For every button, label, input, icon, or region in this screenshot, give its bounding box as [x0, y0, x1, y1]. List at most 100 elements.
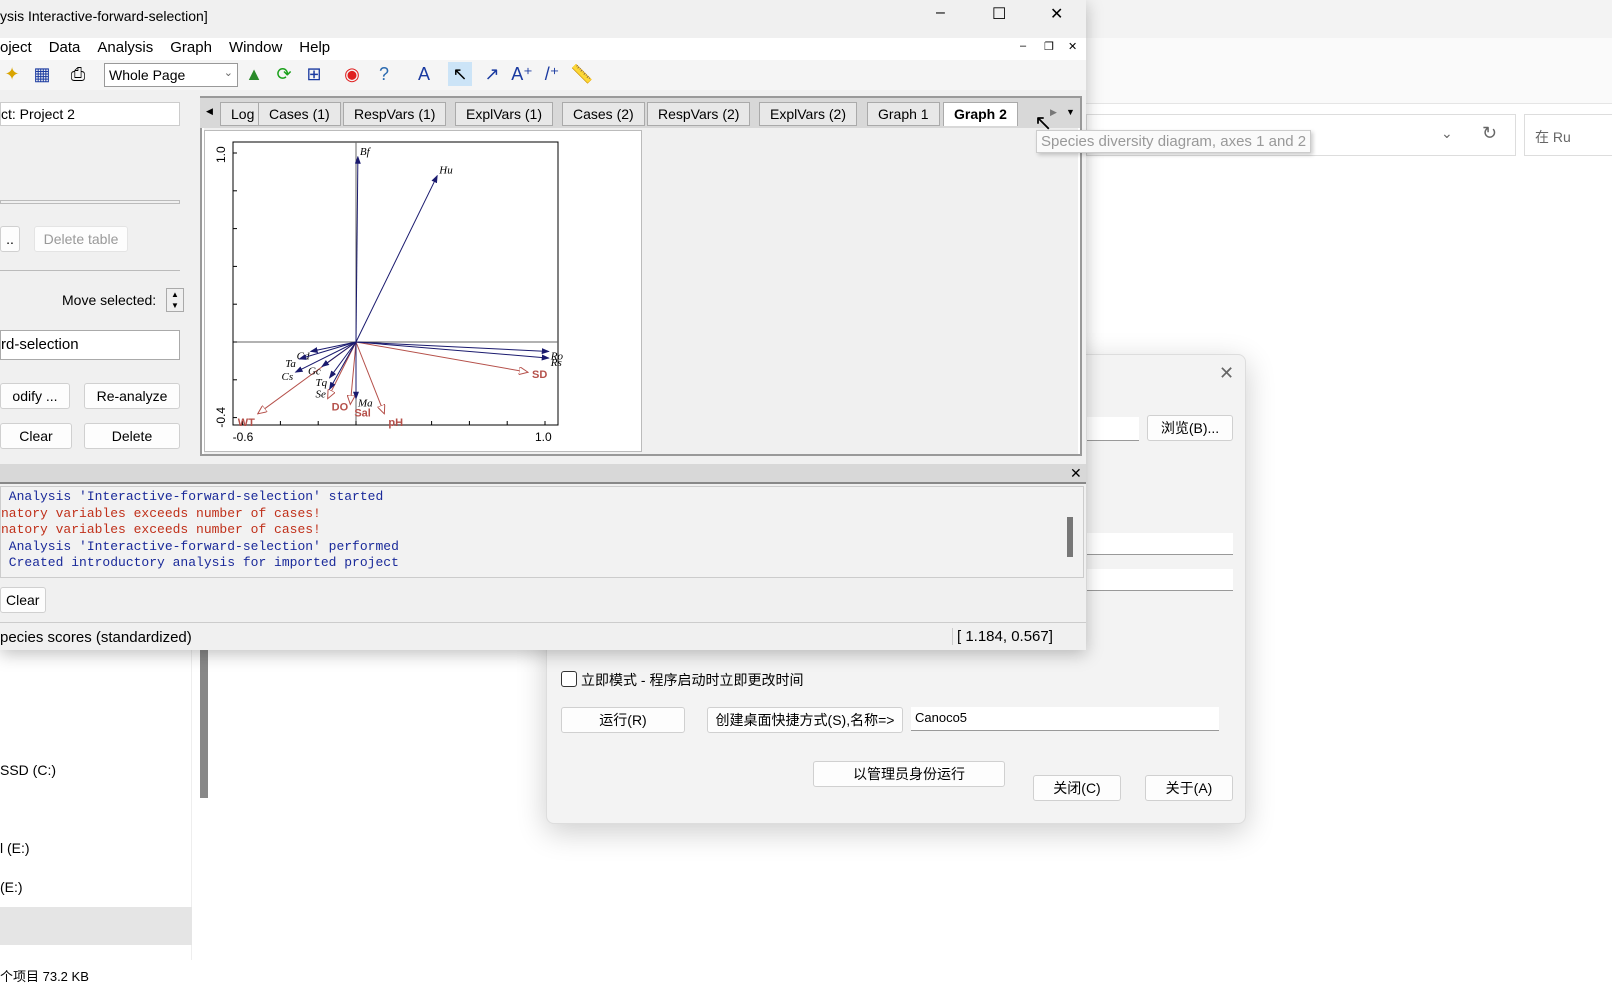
log-scrollbar[interactable]	[1067, 517, 1073, 557]
menu-project[interactable]: oject	[0, 39, 32, 56]
pointer-icon[interactable]: ↖	[448, 62, 472, 86]
log-line: Created introductory analysis for import…	[1, 555, 399, 570]
close-log-icon[interactable]: ✕	[1070, 465, 1082, 482]
search-box[interactable]: 在 Ru	[1524, 114, 1612, 156]
biplot-chart[interactable]: -0.6 1.0-0.41.0SDWTDO SalpHBfHuRoRsCdTaGcC…	[205, 131, 643, 453]
refresh-icon[interactable]: ↻	[1482, 123, 1497, 144]
mdi-close-icon[interactable]: ✕	[1068, 40, 1077, 53]
drive-item[interactable]: l (E:)	[0, 840, 30, 856]
add-line-icon[interactable]: /⁺	[540, 62, 564, 86]
tab-explvars-1[interactable]: ExplVars (1)	[455, 102, 553, 126]
shortcut-name-input[interactable]: Canoco5	[911, 707, 1219, 731]
y-tick-label: 1.0	[214, 146, 228, 163]
delete-button[interactable]: Delete	[84, 423, 180, 449]
drive-item[interactable]: SSD (C:)	[0, 762, 56, 778]
tab-graph-1[interactable]: Graph 1	[867, 102, 940, 126]
species-label: Se	[316, 388, 327, 400]
menu-graph[interactable]: Graph	[170, 39, 212, 56]
explorer-footer: 个项目 73.2 KB	[0, 969, 89, 984]
graph-wizard-icon[interactable]: ▦	[30, 62, 54, 86]
about-button[interactable]: 关于(A)	[1145, 775, 1233, 801]
tab-scroll-left-icon[interactable]: ◀	[206, 106, 213, 117]
selected-item[interactable]	[0, 907, 192, 945]
run-button[interactable]: 运行(R)	[561, 707, 685, 733]
x-tick-label: -0.6	[233, 430, 254, 444]
tab-cases-1[interactable]: Cases (1)	[258, 102, 341, 126]
menu-analysis[interactable]: Analysis	[97, 39, 153, 56]
text-input[interactable]	[1087, 533, 1233, 555]
browse-button[interactable]: ..	[0, 226, 20, 252]
x-tick-label: 1.0	[535, 430, 552, 444]
toolbar: ✦ ▦ ⎙ Whole Page ⌄ ▲ ⟳ ⊞ ◉ ? A ↖ ↗ A⁺ /⁺ …	[0, 60, 1086, 90]
scrollbar[interactable]	[200, 650, 208, 798]
window-title: ysis Interactive-forward-selection]	[0, 8, 208, 24]
reanalyze-button[interactable]: Re-analyze	[84, 383, 180, 409]
layout-icon[interactable]: ⊞	[302, 62, 326, 86]
species-label: Gc	[308, 366, 321, 378]
menu-data[interactable]: Data	[49, 39, 81, 56]
chevron-down-icon: ⌄	[223, 67, 233, 79]
add-arrow-icon[interactable]: ↗	[480, 62, 504, 86]
tab-respvars-2[interactable]: RespVars (2)	[647, 102, 751, 126]
species-label: Ta	[285, 358, 296, 370]
tab-respvars-1[interactable]: RespVars (1)	[343, 102, 447, 126]
run-as-admin-button[interactable]: 以管理员身份运行	[813, 761, 1005, 787]
menu-window[interactable]: Window	[229, 39, 282, 56]
log-clear-button[interactable]: Clear	[0, 587, 46, 613]
chevron-down-icon[interactable]: ⌄	[1441, 125, 1453, 142]
maximize-icon[interactable]: ☐	[992, 4, 1006, 24]
species-arrow-Hu	[355, 174, 438, 343]
create-shortcut-button[interactable]: 创建桌面快捷方式(S),名称=>	[707, 707, 903, 733]
add-text-icon[interactable]: A⁺	[510, 62, 534, 86]
help-lifebuoy-icon[interactable]: ◉	[340, 62, 364, 86]
menu-bar: oject Data Analysis Graph Window Help – ❐ ✕	[0, 38, 1086, 60]
zoom-value: Whole Page	[109, 67, 186, 83]
move-spinner[interactable]: ▲ ▼	[166, 288, 184, 312]
mdi-restore-icon[interactable]: ❐	[1044, 40, 1054, 53]
refresh-icon[interactable]: ⟳	[272, 62, 296, 86]
species-label: Ma	[357, 398, 373, 410]
clear-button[interactable]: Clear	[0, 423, 72, 449]
print-icon[interactable]: ⎙	[66, 62, 90, 86]
immediate-mode-checkbox[interactable]	[561, 671, 577, 687]
image-icon[interactable]: ▲	[242, 62, 266, 86]
tab-explvars-2[interactable]: ExplVars (2)	[759, 102, 857, 126]
context-help-icon[interactable]: ?	[372, 62, 396, 86]
species-label: Cs	[282, 371, 294, 383]
status-bar: pecies scores (standardized) [ 1.184, 0.…	[0, 622, 1086, 650]
close-button[interactable]: 关闭(C)	[1033, 775, 1121, 801]
ruler-icon[interactable]: 📏	[570, 62, 594, 86]
close-icon[interactable]: ✕	[1050, 4, 1063, 24]
project-panel: ct: Project 2 .. Delete table Move selec…	[0, 90, 192, 462]
log-output: Analysis 'Interactive-forward-selection'…	[0, 486, 1084, 578]
mdi-minimize-icon[interactable]: –	[1020, 40, 1026, 52]
zoom-select[interactable]: Whole Page ⌄	[104, 63, 238, 87]
log-line: natory variables exceeds number of cases…	[1, 522, 321, 537]
modify-button[interactable]: odify ...	[0, 383, 70, 409]
tab-cases-2[interactable]: Cases (2)	[562, 102, 645, 126]
species-label: Hu	[438, 165, 453, 177]
font-attributes-icon[interactable]: A	[412, 62, 436, 86]
wizard-icon[interactable]: ✦	[0, 62, 24, 86]
explorer-titlebar	[1086, 0, 1612, 38]
species-arrow-Tq	[328, 341, 357, 379]
project-label: ct: Project 2	[0, 102, 180, 126]
drive-item[interactable]: (E:)	[0, 879, 23, 895]
minimize-icon[interactable]: –	[936, 4, 945, 22]
species-label: Bf	[360, 146, 372, 158]
checkbox-label: 立即模式 - 程序启动时立即更改时间	[581, 672, 804, 688]
menu-help[interactable]: Help	[299, 39, 330, 56]
delete-table-button[interactable]: Delete table	[34, 226, 128, 252]
tab-graph-2[interactable]: Graph 2	[943, 102, 1018, 126]
species-label: Rs	[550, 357, 562, 369]
text-input[interactable]	[1087, 569, 1233, 591]
browse-button[interactable]: 浏览(B)...	[1147, 415, 1233, 441]
move-selected-label: Move selected:	[62, 292, 157, 308]
log-line: natory variables exceeds number of cases…	[1, 505, 321, 521]
analysis-name[interactable]: rd-selection	[0, 330, 180, 360]
explorer-nav: SSD (C:) l (E:) (E:)	[0, 650, 192, 960]
close-icon[interactable]: ✕	[1219, 363, 1234, 384]
path-input[interactable]	[1087, 417, 1139, 441]
tab-list-icon[interactable]: ▼	[1066, 107, 1075, 117]
y-tick-label: -0.4	[214, 407, 228, 428]
